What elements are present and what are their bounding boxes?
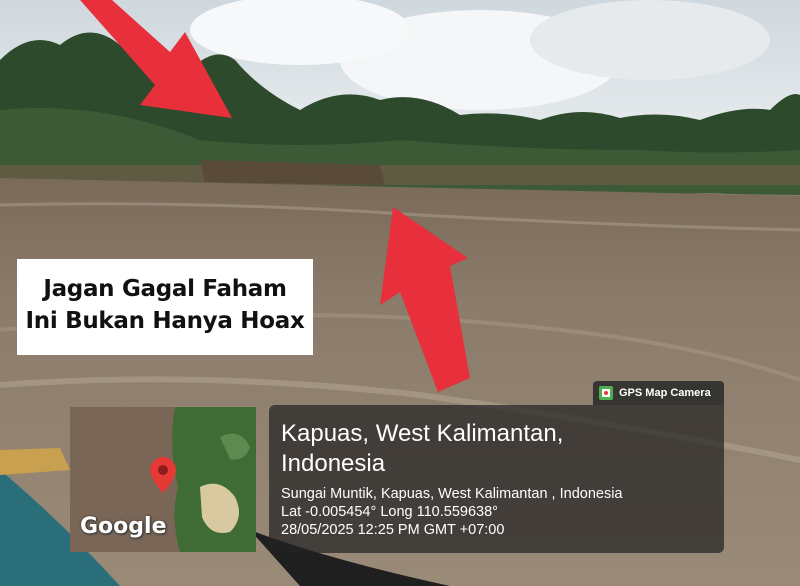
gps-map-camera-icon [599,386,613,400]
datetime-text: 28/05/2025 12:25 PM GMT +07:00 [281,522,505,538]
map-thumbnail: Google [70,407,256,552]
address-text: Sungai Muntik, Kapuas, West Kalimantan ,… [281,486,623,502]
google-logo: Google [80,514,167,539]
gps-app-name: GPS Map Camera [619,387,711,399]
caption-box: Jagan Gagal Faham Ini Bukan Hanya Hoax [17,259,313,355]
gps-map-camera-tag: GPS Map Camera [593,381,724,405]
caption-line-1: Jagan Gagal Faham [43,276,287,302]
location-title-line-2: Indonesia [281,450,386,477]
location-title-line-1: Kapuas, West Kalimantan, [281,420,564,447]
coordinates-text: Lat -0.005454° Long 110.559638° [281,504,498,520]
gps-info-panel: Kapuas, West Kalimantan, Indonesia Sunga… [269,405,724,553]
caption-line-2: Ini Bukan Hanya Hoax [25,308,305,334]
